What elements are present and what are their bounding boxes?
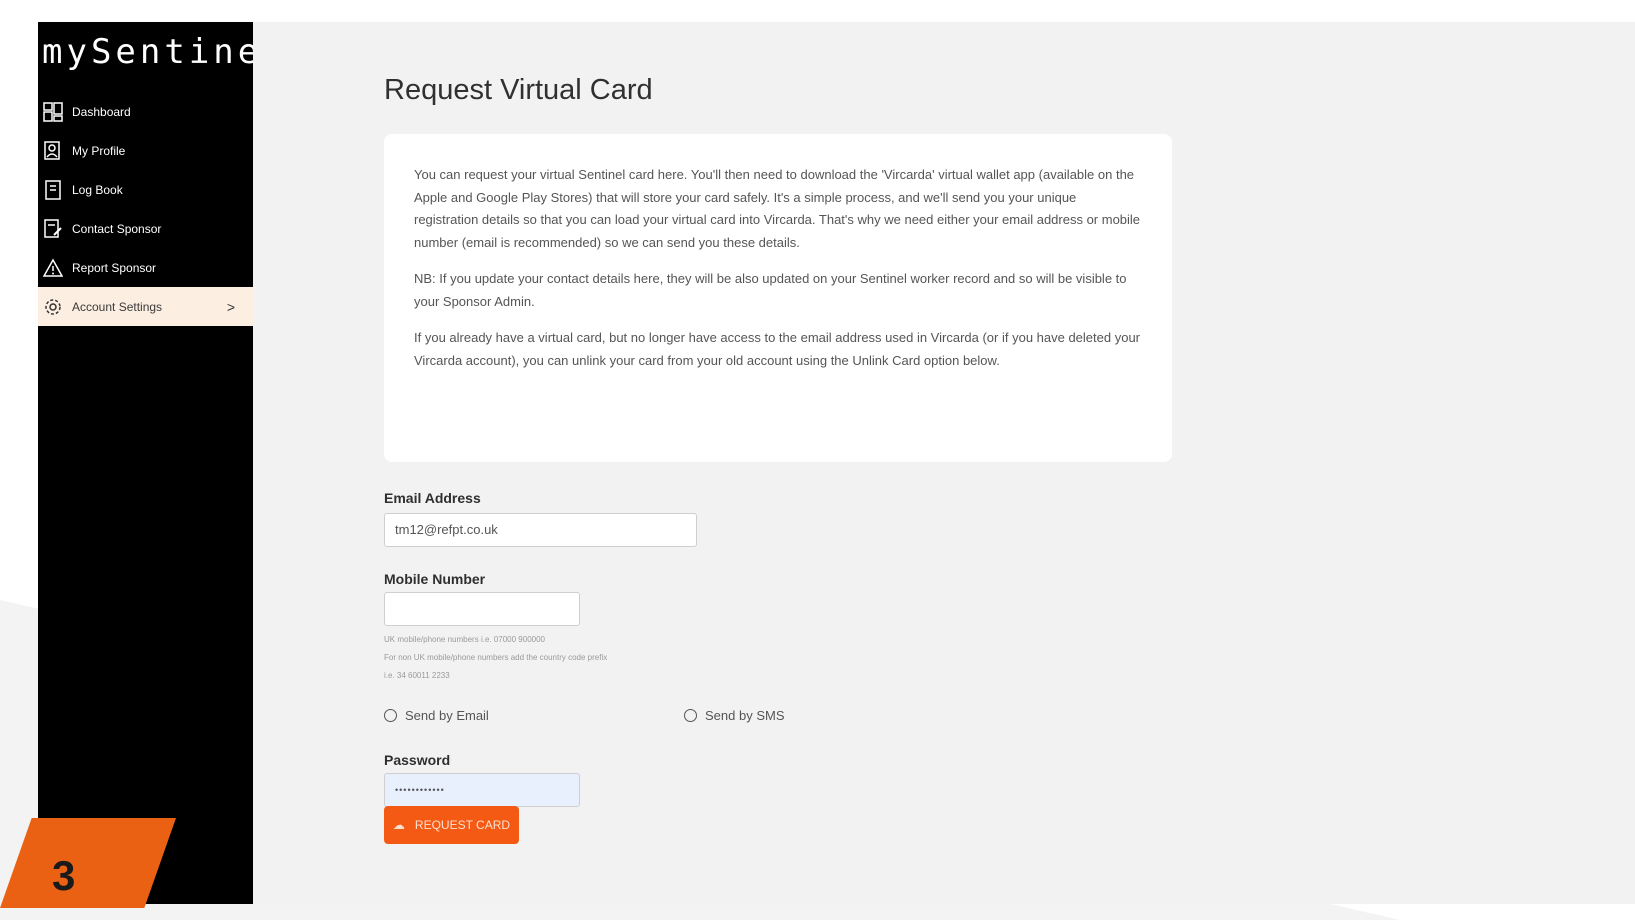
request-card-label: REQUEST CARD <box>414 818 511 832</box>
cloud-icon: ☁ <box>392 818 405 832</box>
warning-icon <box>42 257 64 279</box>
mobile-hint: For non UK mobile/phone numbers add the … <box>384 653 608 662</box>
radio-label: Send by SMS <box>705 708 785 723</box>
mobile-label: Mobile Number <box>384 571 486 587</box>
sidebar-item-report-sponsor[interactable]: Report Sponsor <box>38 248 253 287</box>
radio-label: Send by Email <box>405 708 489 723</box>
info-paragraph: You can request your virtual Sentinel ca… <box>414 167 1141 250</box>
send-by-email-radio[interactable]: Send by Email <box>384 708 489 723</box>
password-label: Password <box>384 752 451 768</box>
info-card: You can request your virtual Sentinel ca… <box>384 134 1172 462</box>
dashboard-icon <box>42 101 64 123</box>
sidebar-item-label: Report Sponsor <box>72 260 157 275</box>
chevron-right-icon: > <box>226 298 235 315</box>
step-number: 3 <box>52 852 76 899</box>
sidebar-item-label: Account Settings <box>72 299 163 314</box>
sidebar-item-label: Contact Sponsor <box>72 221 162 236</box>
password-field[interactable]: •••••••••••• <box>384 773 580 807</box>
mobile-hint: UK mobile/phone numbers i.e. 07000 90000… <box>384 635 545 644</box>
sidebar-item-dashboard[interactable]: Dashboard <box>38 92 253 131</box>
profile-icon <box>42 140 64 162</box>
logbook-icon <box>42 179 64 201</box>
contact-icon <box>42 218 64 240</box>
sidebar-item-account-settings[interactable]: Account Settings > <box>38 287 253 326</box>
sidebar-item-contact-sponsor[interactable]: Contact Sponsor <box>38 209 253 248</box>
page-title: Request Virtual Card <box>384 74 653 106</box>
radio-circle <box>384 709 397 722</box>
app-logo: mySentinel <box>42 32 287 72</box>
sidebar-item-label: Log Book <box>72 182 123 197</box>
radio-circle <box>684 709 697 722</box>
sidebar-item-label: My Profile <box>72 143 126 158</box>
gear-icon <box>42 296 64 318</box>
main-content: Request Virtual Card You can request you… <box>253 22 1635 904</box>
send-by-sms-radio[interactable]: Send by SMS <box>684 708 785 723</box>
info-paragraph: If you already have a virtual card, but … <box>414 330 1141 368</box>
sidebar-nav: Dashboard My Profile Log Book Contact Sp… <box>38 92 253 326</box>
info-paragraph: NB: If you update your contact details h… <box>414 271 1127 309</box>
email-label: Email Address <box>384 490 481 506</box>
mobile-field[interactable] <box>384 592 580 626</box>
email-field[interactable]: tm12@refpt.co.uk <box>384 513 697 547</box>
sidebar-item-my-profile[interactable]: My Profile <box>38 131 253 170</box>
sidebar-item-log-book[interactable]: Log Book <box>38 170 253 209</box>
sidebar: mySentinel Dashboard My Profile Log Book… <box>38 22 283 904</box>
mobile-hint: i.e. 34 60011 2233 <box>384 671 450 680</box>
request-card-button[interactable]: ☁ REQUEST CARD <box>384 806 519 844</box>
sidebar-item-label: Dashboard <box>72 104 131 119</box>
